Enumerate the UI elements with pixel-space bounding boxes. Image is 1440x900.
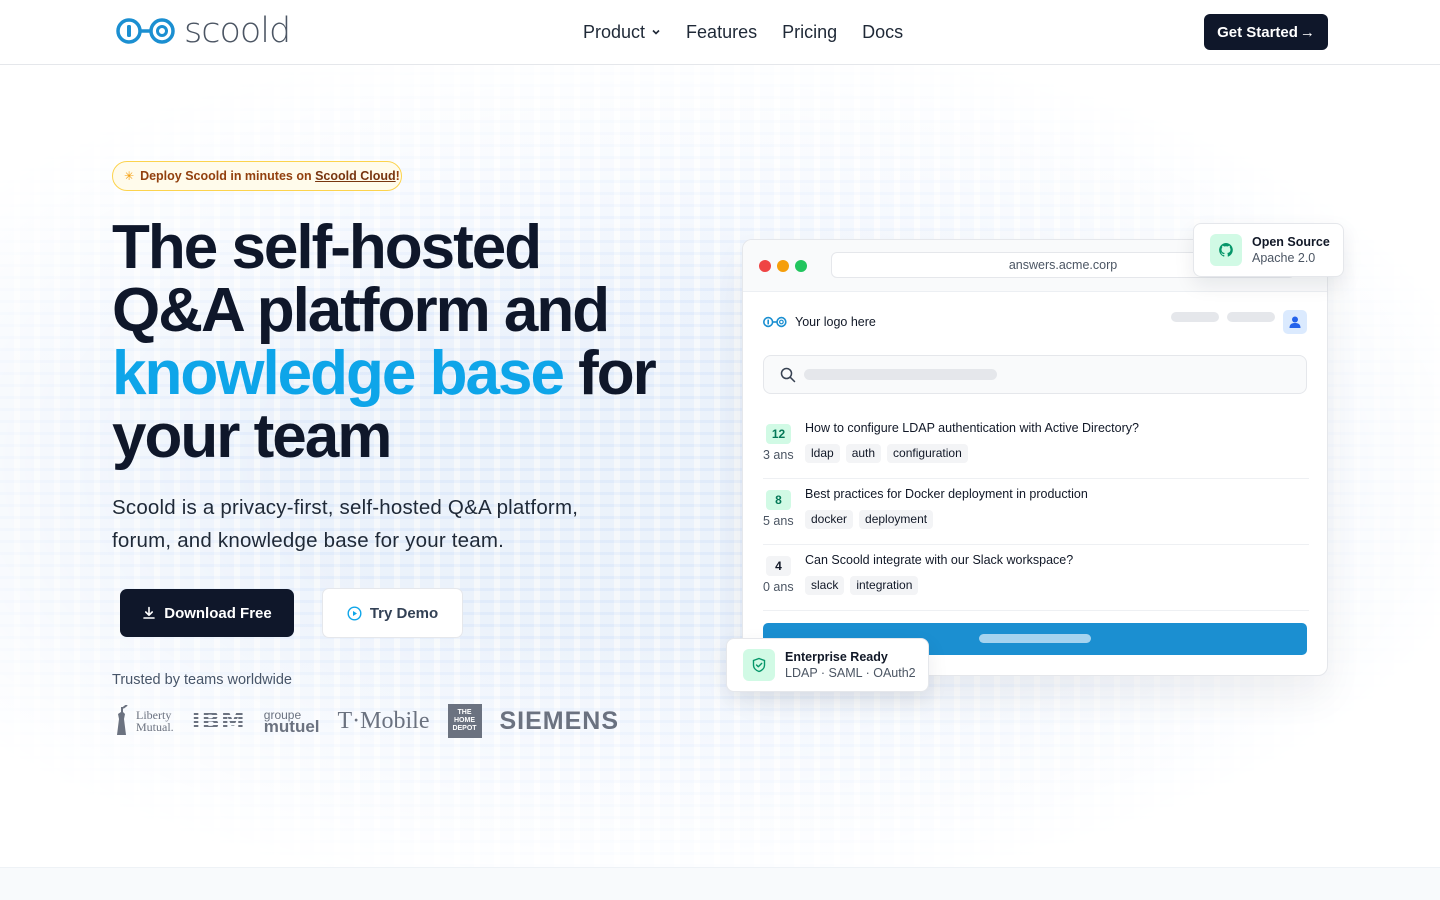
open-source-title: Open Source: [1252, 235, 1330, 249]
headline-accent: knowledge base: [112, 339, 565, 408]
vote-count: 8: [766, 490, 791, 510]
tag: ldap: [805, 444, 840, 463]
download-free-button[interactable]: Download Free: [120, 589, 294, 637]
headline-line-2: Q&A platform and: [112, 276, 610, 345]
download-free-label: Download Free: [164, 604, 272, 622]
question-row: 4 0 ans Can Scoold integrate with our Sl…: [763, 545, 1309, 611]
window-minimize-dot: [777, 260, 789, 272]
chevron-down-icon: [652, 29, 660, 35]
open-source-license: Apache 2.0: [1252, 251, 1316, 265]
announcement-suffix: !: [395, 169, 400, 183]
groupe-mutuel-logo: groupe mutuel: [263, 709, 320, 736]
sparkle-icon: ✳: [124, 169, 135, 183]
scoold-cloud-link[interactable]: Scoold Cloud: [315, 169, 396, 183]
open-source-badge: Open Source Apache 2.0: [1193, 223, 1344, 277]
user-icon: [1289, 316, 1301, 328]
nav-product[interactable]: Product: [583, 20, 661, 44]
mock-app-logo: Your logo here: [763, 315, 876, 329]
enterprise-features: LDAP · SAML · OAuth2: [785, 666, 916, 680]
enterprise-badge: Enterprise Ready LDAP · SAML · OAuth2: [726, 638, 929, 692]
answer-count: 5 ans: [763, 514, 794, 528]
headline-line-4: your team: [112, 402, 392, 471]
arrow-right-icon: →: [1299, 23, 1315, 41]
siemens-logo: SIEMENS: [499, 706, 620, 735]
vote-count: 4: [766, 556, 791, 576]
enterprise-title: Enterprise Ready: [785, 650, 888, 664]
liberty-text-2: Mutual.: [136, 720, 174, 734]
answer-count: 3 ans: [763, 448, 794, 462]
home-depot-logo: THE HOME DEPOT: [447, 704, 482, 738]
headline-after-accent: for: [562, 339, 657, 408]
app-mockup-window: answers.acme.corp Your logo here 12 3 an…: [742, 239, 1328, 676]
tag: integration: [850, 576, 919, 595]
primary-nav: Product Features Pricing Docs: [583, 20, 903, 44]
tag: configuration: [887, 444, 968, 463]
mock-nav-skeleton-1: [1171, 312, 1219, 322]
window-close-dot: [759, 260, 771, 272]
hero-subhead: Scoold is a privacy-first, self-hosted Q…: [112, 496, 579, 552]
mock-nav-skeleton-2: [1227, 312, 1275, 322]
vote-count: 12: [766, 424, 791, 444]
mock-user-avatar: [1283, 310, 1307, 334]
top-nav: scoold Product Features Pricing Docs Get…: [0, 0, 1440, 65]
window-maximize-dot: [795, 260, 807, 272]
get-started-label: Get Started: [1217, 23, 1298, 41]
next-section-edge: [0, 867, 1440, 900]
scoold-logo-icon: [116, 18, 175, 44]
tag: deployment: [859, 510, 934, 529]
liberty-mutual-logo: Liberty Mutual.: [112, 705, 174, 737]
mock-button-label-skeleton: [979, 634, 1091, 643]
statue-of-liberty-icon: [117, 705, 128, 735]
t-mobile-logo: T·Mobile: [337, 707, 430, 734]
customer-logos: Liberty Mutual. IBM groupe mutuel T·Mobil…: [112, 700, 619, 742]
enterprise-text: Enterprise Ready LDAP · SAML · OAuth2: [785, 649, 916, 681]
try-demo-button[interactable]: Try Demo: [322, 588, 463, 638]
scoold-logo[interactable]: scoold: [116, 11, 291, 51]
ibm-logo: IBM: [191, 707, 246, 735]
tag: docker: [805, 510, 854, 529]
trusted-label: Trusted by teams worldwide: [112, 672, 292, 688]
github-icon: [1210, 234, 1242, 266]
announcement-text: Deploy Scoold in minutes on Scoold Cloud…: [140, 169, 400, 183]
tag: auth: [845, 444, 882, 463]
headline-line-1: The self-hosted: [112, 213, 542, 282]
announcement-prefix: Deploy Scoold in minutes on: [140, 169, 316, 183]
question-title: How to configure LDAP authentication wit…: [805, 421, 1139, 435]
tag: slack: [805, 576, 845, 595]
scoold-logo-small-icon: [763, 316, 787, 328]
hero-headline: The self-hosted Q&A platform and knowled…: [112, 216, 712, 468]
nav-docs[interactable]: Docs: [862, 20, 903, 44]
question-tags: ldap auth configuration: [805, 444, 968, 463]
question-title: Best practices for Docker deployment in …: [805, 487, 1088, 501]
get-started-button[interactable]: Get Started →: [1204, 14, 1328, 50]
question-tags: slack integration: [805, 576, 919, 595]
open-source-text: Open Source Apache 2.0: [1252, 234, 1330, 266]
question-row: 12 3 ans How to configure LDAP authentic…: [763, 413, 1309, 479]
mock-search-bar: [763, 355, 1307, 394]
shield-check-icon: [743, 649, 775, 681]
nav-product-label: Product: [583, 22, 646, 42]
question-row: 8 5 ans Best practices for Docker deploy…: [763, 479, 1309, 545]
question-title: Can Scoold integrate with our Slack work…: [805, 553, 1074, 567]
logo-wordmark: scoold: [184, 11, 291, 51]
mutuel-text-2: mutuel: [263, 717, 320, 736]
search-placeholder-skeleton: [804, 369, 997, 380]
question-tags: docker deployment: [805, 510, 934, 529]
nav-pricing[interactable]: Pricing: [782, 20, 837, 44]
search-icon: [780, 367, 796, 383]
download-icon: [143, 606, 156, 619]
announcement-pill[interactable]: ✳ Deploy Scoold in minutes on Scoold Clo…: [112, 161, 402, 191]
play-circle-icon: [347, 605, 362, 621]
try-demo-label: Try Demo: [369, 604, 439, 622]
answer-count: 0 ans: [763, 580, 794, 594]
mock-logo-text: Your logo here: [795, 315, 876, 329]
nav-features[interactable]: Features: [686, 20, 757, 44]
